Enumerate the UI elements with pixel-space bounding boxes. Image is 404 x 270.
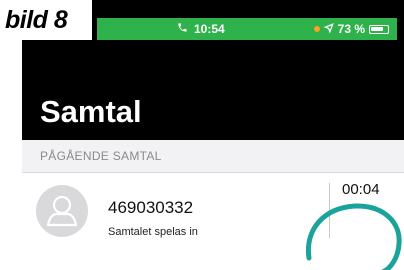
status-time-group: 10:54 (177, 22, 225, 36)
call-number: 469030332 (108, 198, 194, 217)
recording-dot-icon (313, 26, 320, 32)
battery-percent: 73 % (337, 22, 365, 36)
location-arrow-icon (323, 22, 334, 36)
status-right-group: 73 % (313, 22, 389, 36)
status-bar: 10:54 73 % (97, 18, 397, 40)
call-duration: 00:04 (342, 181, 380, 198)
call-row[interactable]: 469030332 Samtalet spelas in 00:04 (22, 173, 404, 260)
stop-recording-button[interactable] (330, 69, 354, 93)
page-title: Samtal (40, 94, 142, 129)
divider (329, 183, 330, 238)
status-time: 10:54 (194, 22, 225, 36)
phone-icon (177, 22, 188, 36)
call-status: Samtalet spelas in (108, 226, 198, 238)
section-header: PÅGÅENDE SAMTAL (22, 140, 404, 173)
stop-icon (338, 77, 346, 85)
annotation-label: bild 8 (5, 6, 68, 34)
battery-icon (369, 24, 389, 34)
section-label: PÅGÅENDE SAMTAL (40, 149, 162, 163)
person-icon (36, 185, 88, 237)
